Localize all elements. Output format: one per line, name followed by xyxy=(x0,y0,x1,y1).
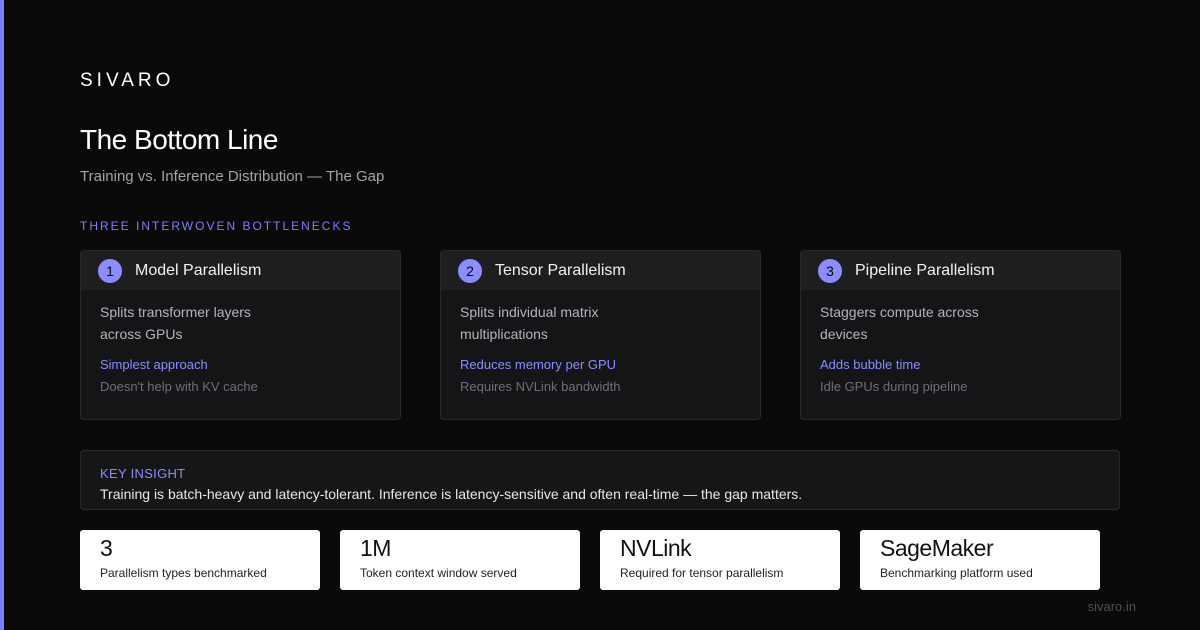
card-header: 2 Tensor Parallelism xyxy=(441,251,760,290)
stat-card: NVLink Required for tensor parallelism xyxy=(600,530,840,590)
number-badge: 3 xyxy=(818,258,842,283)
card-body: Splits transformer layers across GPUs Si… xyxy=(81,290,400,394)
card-title: Model Parallelism xyxy=(135,261,262,279)
card-header: 1 Model Parallelism xyxy=(81,251,400,290)
card-description: Staggers compute across devices xyxy=(820,304,979,342)
stat-value: NVLink xyxy=(620,535,692,561)
bottleneck-cards: 1 Model Parallelism Splits transformer l… xyxy=(80,250,1121,420)
brand-logo: SIVARO xyxy=(80,70,175,91)
card-description: Splits individual matrix multiplications xyxy=(460,304,599,342)
key-insight-panel: KEY INSIGHT Training is batch-heavy and … xyxy=(80,450,1120,510)
card-body: Splits individual matrix multiplications… xyxy=(441,290,760,394)
card-tensor-parallelism: 2 Tensor Parallelism Splits individual m… xyxy=(440,250,761,420)
stat-card: 3 Parallelism types benchmarked xyxy=(80,530,320,590)
insight-text: Training is batch-heavy and latency-tole… xyxy=(100,486,803,502)
footer-url: sivaro.in xyxy=(1087,599,1136,614)
stat-value: 1M xyxy=(360,535,391,561)
accent-bar xyxy=(0,0,4,630)
card-model-parallelism: 1 Model Parallelism Splits transformer l… xyxy=(80,250,401,420)
stat-value: 3 xyxy=(100,535,113,561)
stat-label: Benchmarking platform used xyxy=(880,566,1033,580)
card-pipeline-parallelism: 3 Pipeline Parallelism Staggers compute … xyxy=(800,250,1121,420)
card-highlight: Reduces memory per GPU xyxy=(460,357,617,372)
card-header: 3 Pipeline Parallelism xyxy=(801,251,1120,290)
insight-label: KEY INSIGHT xyxy=(100,466,186,481)
card-note: Requires NVLink bandwidth xyxy=(460,379,621,394)
card-highlight: Simplest approach xyxy=(100,357,208,372)
card-title: Tensor Parallelism xyxy=(495,261,626,279)
stat-value: SageMaker xyxy=(880,535,994,561)
stat-label: Token context window served xyxy=(360,566,517,580)
number-badge: 2 xyxy=(458,258,482,283)
card-body: Staggers compute across devices Adds bub… xyxy=(801,290,1120,394)
card-note: Idle GPUs during pipeline xyxy=(820,379,968,394)
card-description: Splits transformer layers across GPUs xyxy=(100,304,251,342)
stat-card: SageMaker Benchmarking platform used xyxy=(860,530,1100,590)
page-subtitle: Training vs. Inference Distribution — Th… xyxy=(80,168,385,185)
number-badge: 1 xyxy=(98,258,122,283)
stat-label: Parallelism types benchmarked xyxy=(100,566,267,580)
stats-row: 3 Parallelism types benchmarked 1M Token… xyxy=(80,530,1120,590)
page-title: The Bottom Line xyxy=(80,124,278,155)
card-note: Doesn't help with KV cache xyxy=(100,379,258,394)
stat-card: 1M Token context window served xyxy=(340,530,580,590)
section-label: THREE INTERWOVEN BOTTLENECKS xyxy=(80,219,353,233)
card-title: Pipeline Parallelism xyxy=(855,261,995,279)
stat-label: Required for tensor parallelism xyxy=(620,566,784,580)
card-highlight: Adds bubble time xyxy=(820,357,921,372)
